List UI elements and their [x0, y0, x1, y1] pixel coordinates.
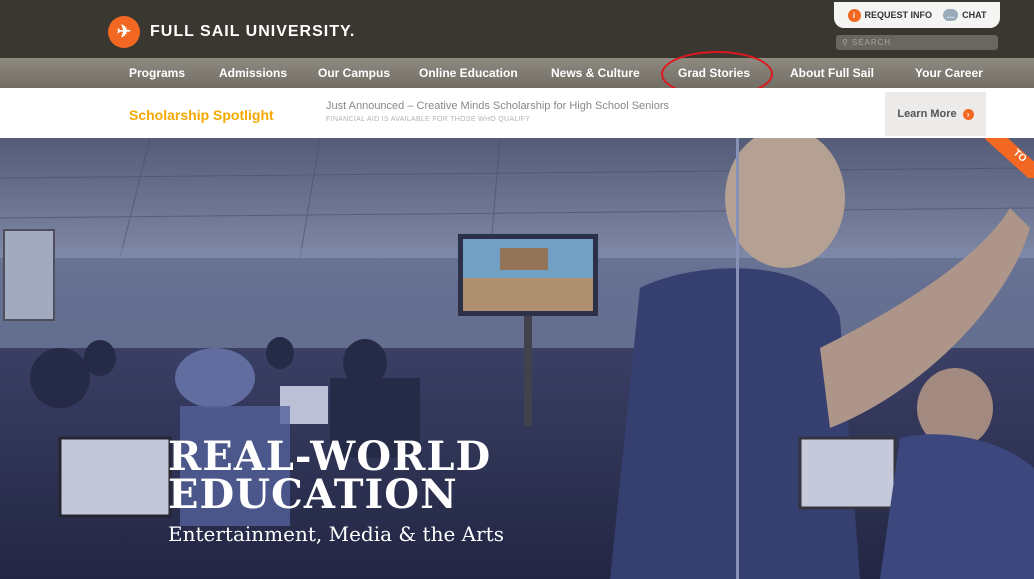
- hero-photo: [0, 138, 1034, 579]
- nav-online-education[interactable]: Online Education: [419, 66, 518, 80]
- nav-programs[interactable]: Programs: [129, 66, 185, 80]
- nav-your-career[interactable]: Your Career: [915, 66, 983, 80]
- search-input[interactable]: [851, 38, 972, 47]
- arrow-right-icon: ›: [962, 108, 974, 120]
- request-info-label: REQUEST INFO: [864, 10, 933, 20]
- search-icon: ⚲: [842, 38, 849, 47]
- spotlight-subline: FINANCIAL AID IS AVAILABLE FOR THOSE WHO…: [326, 116, 531, 123]
- learn-more-button[interactable]: Learn More ›: [885, 92, 986, 136]
- hero-subtitle: Entertainment, Media & the Arts: [168, 522, 504, 546]
- search-box[interactable]: ⚲: [836, 35, 998, 50]
- chat-link[interactable]: … CHAT: [943, 9, 986, 21]
- main-nav: Programs Admissions Our Campus Online Ed…: [0, 58, 1034, 88]
- spotlight-headline[interactable]: Just Announced – Creative Minds Scholars…: [326, 100, 669, 112]
- utility-bar: i REQUEST INFO … CHAT: [834, 2, 1000, 28]
- brand-name: FULL SAIL UNIVERSITY.: [150, 23, 356, 40]
- nav-our-campus[interactable]: Our Campus: [318, 66, 390, 80]
- scholarship-spotlight-bar: Scholarship Spotlight Just Announced – C…: [0, 88, 1034, 138]
- nav-news-culture[interactable]: News & Culture: [551, 66, 640, 80]
- hero-title: REAL-WORLD EDUCATION: [168, 437, 491, 518]
- corner-ribbon-label: TO: [985, 138, 1034, 178]
- nav-admissions[interactable]: Admissions: [219, 66, 287, 80]
- spotlight-title: Scholarship Spotlight: [129, 107, 274, 123]
- corner-ribbon[interactable]: TO: [985, 138, 1034, 178]
- nav-about-full-sail[interactable]: About Full Sail: [790, 66, 874, 80]
- request-info-link[interactable]: i REQUEST INFO: [847, 8, 933, 22]
- info-icon: i: [847, 8, 861, 22]
- learn-more-label: Learn More: [897, 108, 957, 120]
- chat-label: CHAT: [962, 10, 987, 20]
- plane-logo-icon: ✈: [108, 16, 140, 48]
- hero-title-line-2: EDUCATION: [168, 471, 458, 518]
- chat-bubble-icon: …: [943, 9, 959, 21]
- hero-banner[interactable]: REAL-WORLD EDUCATION Entertainment, Medi…: [0, 138, 1034, 579]
- brand-logo[interactable]: ✈ FULL SAIL UNIVERSITY.: [108, 16, 355, 48]
